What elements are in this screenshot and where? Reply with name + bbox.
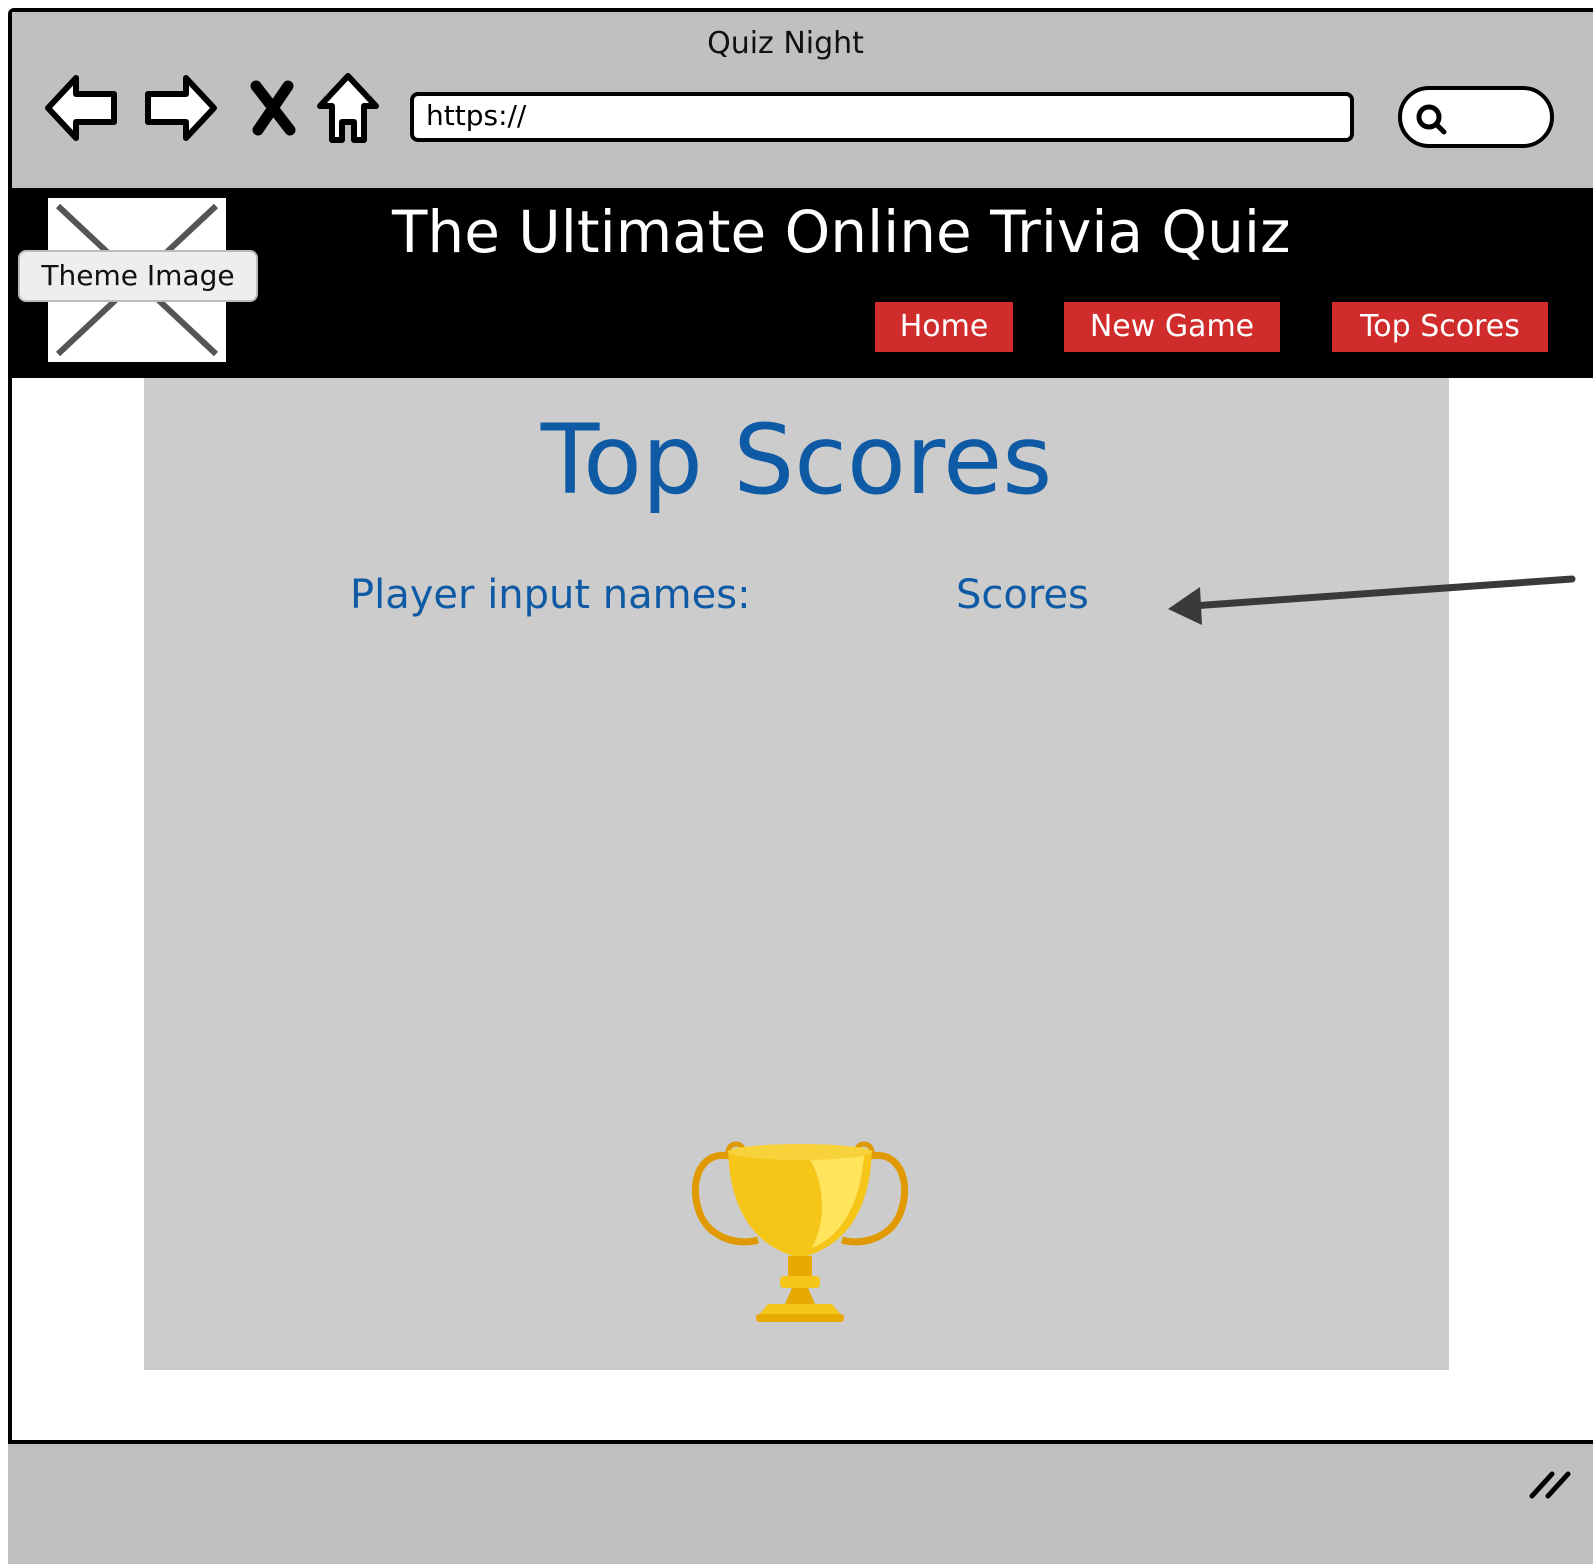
browser-window: Quiz Night https:// Theme Image The Ulti… xyxy=(8,8,1593,1564)
browser-status-bar xyxy=(8,1440,1593,1564)
back-arrow-icon[interactable] xyxy=(42,70,122,146)
resize-grip-icon[interactable] xyxy=(1528,1464,1572,1500)
search-icon xyxy=(1416,104,1447,135)
trophy-icon xyxy=(691,1141,909,1322)
nav-home-button[interactable]: Home xyxy=(875,302,1013,352)
annotation-arrow xyxy=(1168,575,1576,625)
url-input[interactable]: https:// xyxy=(410,92,1354,142)
scores-panel: Top Scores Player input names: Scores xyxy=(144,378,1449,1370)
forward-arrow-icon[interactable] xyxy=(140,70,220,146)
home-icon[interactable] xyxy=(314,70,382,146)
site-header: Theme Image The Ultimate Online Trivia Q… xyxy=(12,188,1593,378)
browser-chrome: Quiz Night https:// xyxy=(12,12,1593,188)
search-input[interactable] xyxy=(1398,86,1554,148)
player-names-header: Player input names: xyxy=(350,572,751,618)
nav-top-scores-button[interactable]: Top Scores xyxy=(1332,302,1548,352)
theme-image-label: Theme Image xyxy=(18,250,258,302)
window-title: Quiz Night xyxy=(707,26,864,61)
close-icon[interactable] xyxy=(248,80,298,136)
page-title: Top Scores xyxy=(540,404,1053,516)
scores-header: Scores xyxy=(956,572,1089,618)
nav-new-game-button[interactable]: New Game xyxy=(1064,302,1280,352)
site-title: The Ultimate Online Trivia Quiz xyxy=(392,198,1291,266)
